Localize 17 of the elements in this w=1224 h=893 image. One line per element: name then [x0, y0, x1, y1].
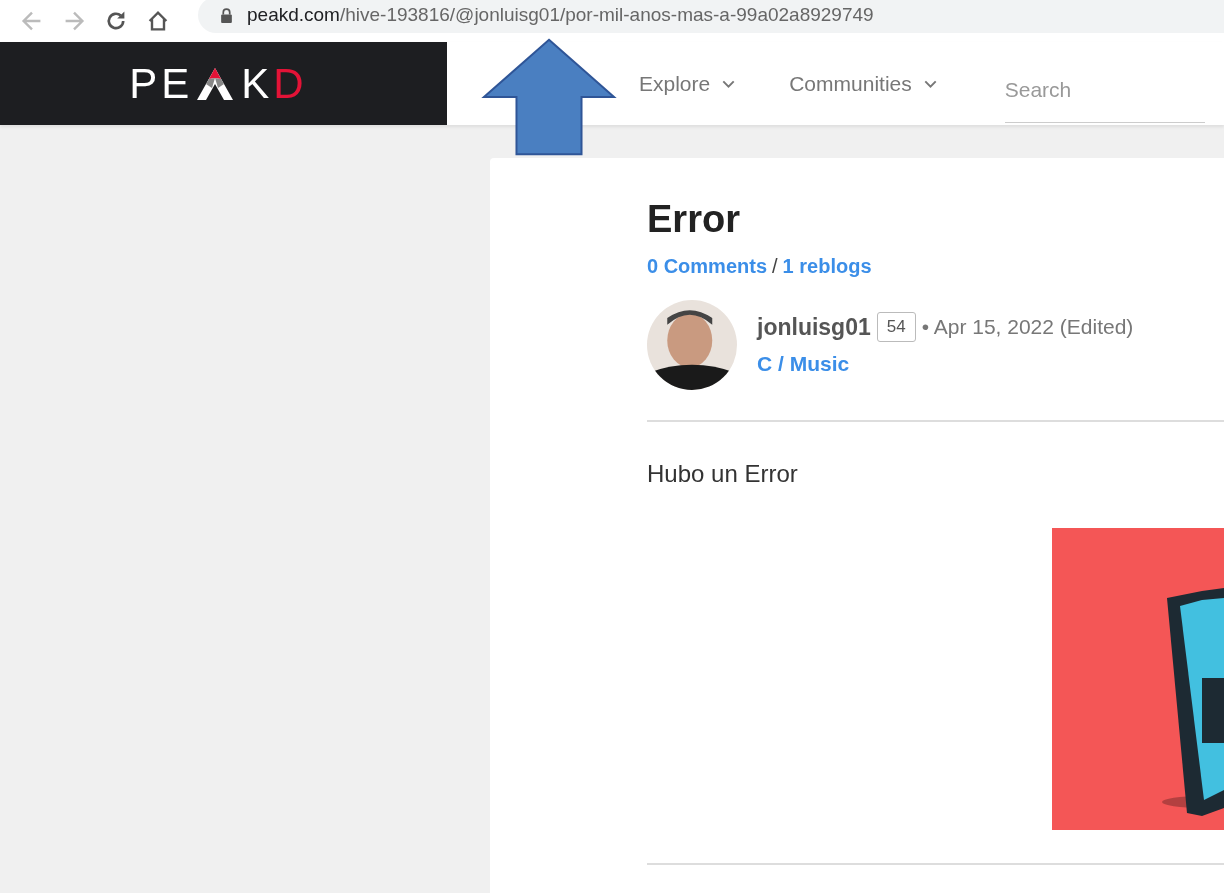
separator: / [772, 255, 778, 278]
nav-menu[interactable]: Communities [789, 71, 937, 96]
home-icon[interactable] [146, 9, 170, 33]
logo[interactable]: PE KD [129, 59, 308, 108]
comments-link[interactable]: 0 Comments [647, 255, 768, 278]
post-date: • Apr 15, 2022 (Edited) [921, 315, 1134, 339]
chevron-icon [722, 79, 736, 88]
post-title: Error [647, 198, 741, 241]
community-link[interactable]: C / Music [757, 352, 1134, 376]
address-bar[interactable]: peakd.com/hive-193816/@jonluisg01/por-mil-anos-mas-a-99a02a8929749 [198, 0, 1224, 33]
chevron-icon [923, 79, 937, 88]
lock-icon [220, 7, 233, 23]
reputation-badge: 54 [876, 312, 916, 342]
post-body: Hubo un Error [647, 460, 799, 488]
reblogs-link[interactable]: 1 reblogs [782, 255, 872, 278]
nav-menu[interactable]: Explore [639, 71, 736, 96]
author-name[interactable]: jonluisg01 [757, 313, 871, 341]
